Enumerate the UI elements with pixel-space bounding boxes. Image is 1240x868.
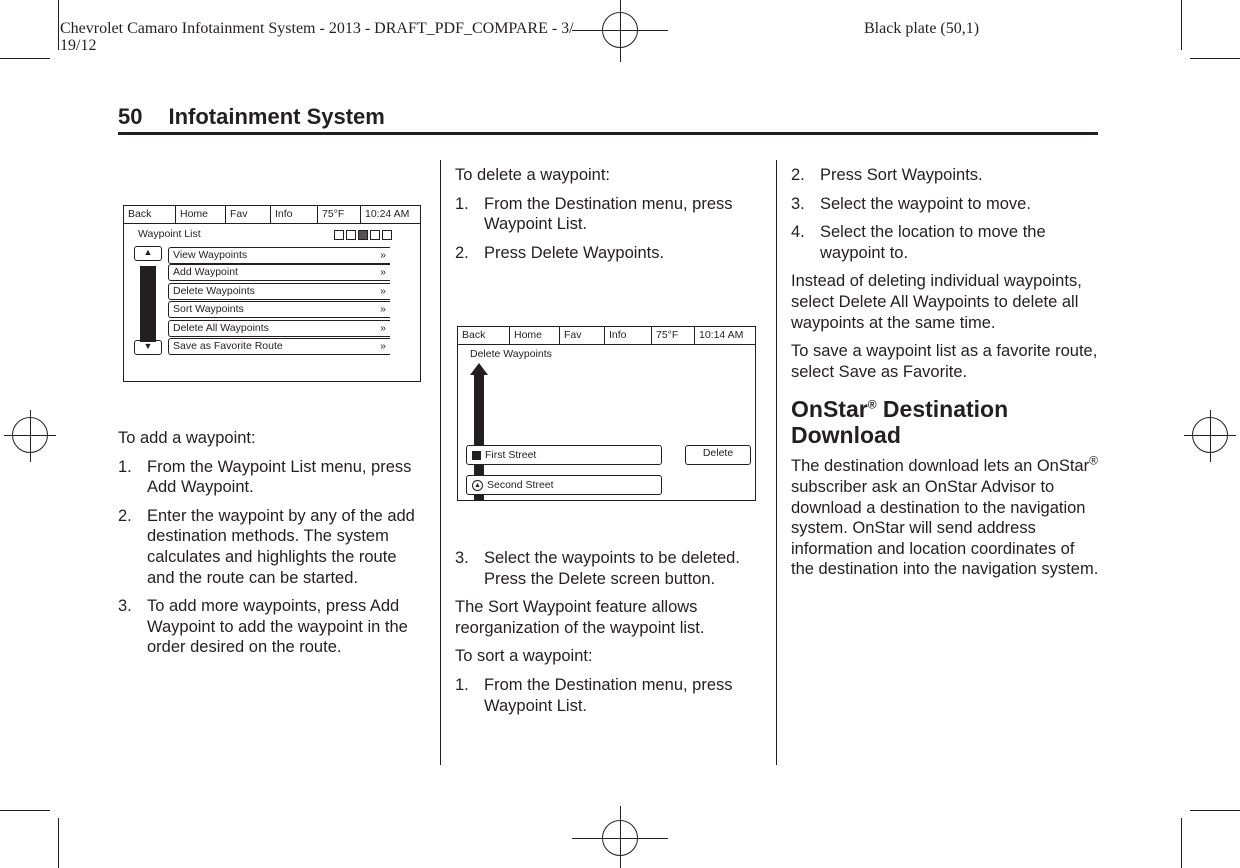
tab-back: Back bbox=[124, 206, 176, 223]
registration-mark bbox=[620, 806, 621, 868]
screen-tabs: Back Home Fav Info 75°F 10:14 AM bbox=[458, 327, 755, 345]
column-3: 2. Press Sort Waypoints. 3. Select the way… bbox=[791, 165, 1099, 588]
menu-item-save-favorite: Save as Favorite Route» bbox=[168, 338, 390, 355]
section-title: Infotainment System bbox=[168, 104, 385, 129]
tab-fav: Fav bbox=[226, 206, 271, 223]
list-item: 3. Select the waypoint to move. bbox=[791, 194, 1031, 213]
registration-mark bbox=[620, 0, 621, 62]
chevron-right-icon: » bbox=[380, 285, 386, 297]
crop-mark bbox=[1181, 818, 1182, 868]
list-item: 1. From the Waypoint List menu, press Add… bbox=[118, 457, 412, 497]
menu-item-delete-waypoints: Delete Waypoints» bbox=[168, 283, 390, 300]
crop-mark bbox=[0, 810, 50, 811]
flag-icon bbox=[472, 450, 481, 460]
chevron-right-icon: » bbox=[380, 266, 386, 278]
scrollbar bbox=[140, 266, 156, 342]
list-item: 3. To add more waypoints, press Add Waypo… bbox=[118, 597, 408, 657]
column-divider bbox=[776, 160, 777, 765]
column-2-top: To delete a waypoint: 1. From the Destina… bbox=[455, 165, 760, 271]
registration-mark bbox=[30, 410, 31, 462]
crop-mark bbox=[1181, 0, 1182, 50]
paragraph: To save a waypoint list as a favorite ro… bbox=[791, 342, 1098, 381]
plate-label: Black plate (50,1) bbox=[864, 20, 980, 37]
crop-mark bbox=[58, 818, 59, 868]
tab-home: Home bbox=[510, 327, 560, 344]
delete-waypoints-screen: Back Home Fav Info 75°F 10:14 AM Delete … bbox=[457, 326, 756, 501]
speaker-icon bbox=[358, 230, 368, 240]
menu-item-delete-all: Delete All Waypoints» bbox=[168, 320, 390, 337]
menu-item-view-waypoints: View Waypoints» bbox=[168, 247, 390, 264]
list-item: 2. Press Delete Waypoints. bbox=[455, 243, 665, 262]
destination-icon: ▲ bbox=[472, 479, 483, 491]
crop-mark bbox=[58, 0, 59, 50]
paragraph: The Sort Waypoint feature allows reorgan… bbox=[455, 598, 705, 637]
waypoint-first-street: First Street bbox=[466, 445, 662, 465]
tab-temp: 75°F bbox=[318, 206, 361, 223]
list-item: 4. Select the location to move the waypoi… bbox=[791, 223, 1046, 262]
column-divider bbox=[440, 160, 441, 765]
print-job-label: Chevrolet Camaro Infotainment System - 2… bbox=[60, 20, 574, 37]
crop-mark bbox=[1190, 58, 1240, 59]
tab-fav: Fav bbox=[560, 327, 605, 344]
chevron-right-icon: » bbox=[380, 303, 386, 315]
tab-home: Home bbox=[176, 206, 226, 223]
waypoint-second-street: ▲ Second Street bbox=[466, 475, 662, 495]
status-icon bbox=[346, 230, 356, 240]
scroll-up-icon: ▲ bbox=[134, 246, 162, 261]
bluetooth-icon bbox=[382, 230, 392, 240]
chevron-right-icon: » bbox=[380, 340, 386, 352]
delete-button: Delete bbox=[685, 445, 751, 465]
screen-title: Waypoint List bbox=[138, 228, 201, 240]
print-date-label: 19/12 bbox=[60, 37, 97, 54]
page-heading: 50 Infotainment System bbox=[118, 104, 385, 130]
chevron-right-icon: » bbox=[380, 322, 386, 334]
phone-icon bbox=[370, 230, 380, 240]
paragraph: To sort a waypoint: bbox=[455, 647, 593, 666]
paragraph: Instead of deleting individual waypoints… bbox=[791, 272, 1082, 332]
screen-title: Delete Waypoints bbox=[470, 348, 552, 360]
status-icon bbox=[334, 230, 344, 240]
crop-mark bbox=[1190, 810, 1240, 811]
paragraph: The destination download lets an OnStar®… bbox=[791, 453, 1099, 579]
tab-info: Info bbox=[605, 327, 652, 344]
list-item: 1. From the Destination menu, press Waypo… bbox=[455, 675, 733, 715]
scroll-down-icon: ▼ bbox=[134, 340, 162, 355]
page-number: 50 bbox=[118, 104, 143, 129]
waypoint-list-screen: Back Home Fav Info 75°F 10:24 AM Waypoin… bbox=[123, 205, 421, 382]
tab-temp: 75°F bbox=[652, 327, 695, 344]
menu-item-sort-waypoints: Sort Waypoints» bbox=[168, 301, 390, 318]
list-item: 3. Select the waypoints to be deleted. Pr… bbox=[455, 549, 740, 588]
intro-text: To delete a waypoint: bbox=[455, 166, 611, 184]
tab-clock: 10:14 AM bbox=[699, 329, 744, 341]
menu-item-add-waypoint: Add Waypoint» bbox=[168, 264, 390, 281]
column-1: To add a waypoint: 1. From the Waypoint L… bbox=[118, 428, 423, 666]
list-item: 2. Press Sort Waypoints. bbox=[791, 166, 983, 184]
list-item: 2. Enter the waypoint by any of the add d… bbox=[118, 506, 415, 587]
crop-mark bbox=[0, 58, 50, 59]
column-2-bottom: 3. Select the waypoints to be deleted. Pr… bbox=[455, 548, 763, 724]
list-item: 1. From the Destination menu, press Waypo… bbox=[455, 194, 733, 234]
screen-tabs: Back Home Fav Info 75°F 10:24 AM bbox=[124, 206, 420, 224]
registration-mark bbox=[1210, 410, 1211, 462]
status-icons bbox=[334, 230, 392, 240]
intro-text: To add a waypoint: bbox=[118, 429, 256, 447]
section-heading: OnStar® Destination Download bbox=[791, 396, 1009, 449]
heading-rule bbox=[118, 132, 1098, 135]
tab-back: Back bbox=[458, 327, 510, 344]
tab-info: Info bbox=[271, 206, 318, 223]
chevron-right-icon: » bbox=[380, 249, 386, 261]
arrow-up-icon bbox=[470, 363, 488, 375]
tab-clock: 10:24 AM bbox=[365, 208, 410, 220]
